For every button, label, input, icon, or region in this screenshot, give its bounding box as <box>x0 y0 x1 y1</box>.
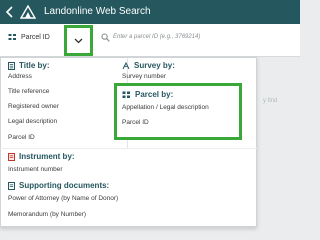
survey-by-label: Survey by: <box>134 61 175 70</box>
survey-icon <box>122 61 130 69</box>
supporting-document-icon <box>8 181 15 190</box>
menu-item-power-of-attorney[interactable]: Power of Attorney (by Name of Donor) <box>8 194 118 203</box>
search-icon <box>101 33 110 42</box>
instrument-by-heading: Instrument by: <box>8 152 75 161</box>
menu-item-title-reference[interactable]: Title reference <box>8 87 49 96</box>
supporting-documents-label: Supporting documents: <box>19 181 110 190</box>
background-text: y find <box>263 98 278 104</box>
app-title: Landonline Web Search <box>44 6 151 17</box>
survey-by-heading: Survey by: <box>122 61 175 70</box>
parcel-grid-icon <box>122 91 130 98</box>
menu-item-appellation[interactable]: Appellation / Legal description <box>122 103 209 112</box>
parcel-by-label: Parcel by: <box>135 90 174 99</box>
landonline-logo-icon <box>20 5 36 19</box>
search-input[interactable]: Enter a parcel ID (e.g., 3769214) <box>113 33 200 42</box>
title-document-icon <box>8 61 15 70</box>
search-type-selector[interactable]: Parcel ID <box>8 33 50 41</box>
title-by-label: Title by: <box>19 61 50 70</box>
app-header: Landonline Web Search <box>0 0 300 24</box>
back-chevron-icon[interactable] <box>5 6 15 18</box>
menu-item-parcel-parcel-id[interactable]: Parcel ID <box>122 118 149 127</box>
parcel-by-heading: Parcel by: <box>122 90 173 99</box>
chevron-down-icon <box>74 38 83 43</box>
instrument-by-label: Instrument by: <box>19 152 75 161</box>
title-by-heading: Title by: <box>8 61 50 70</box>
menu-item-survey-number[interactable]: Survey number <box>122 72 166 81</box>
instrument-document-icon <box>8 152 15 161</box>
menu-item-registered-owner[interactable]: Registered owner <box>8 102 59 111</box>
menu-item-title-parcel-id[interactable]: Parcel ID <box>8 133 35 142</box>
menu-item-instrument-number[interactable]: Instrument number <box>8 165 63 174</box>
search-type-dropdown-button[interactable] <box>64 25 93 56</box>
supporting-documents-heading: Supporting documents: <box>8 181 109 190</box>
parcel-id-icon <box>8 34 16 40</box>
menu-item-memorandum[interactable]: Memorandum (by Number) <box>8 210 86 219</box>
menu-item-legal-description[interactable]: Legal description <box>8 117 57 126</box>
menu-item-address[interactable]: Address <box>8 72 32 81</box>
section-divider <box>0 148 257 149</box>
search-type-label: Parcel ID <box>21 33 50 41</box>
